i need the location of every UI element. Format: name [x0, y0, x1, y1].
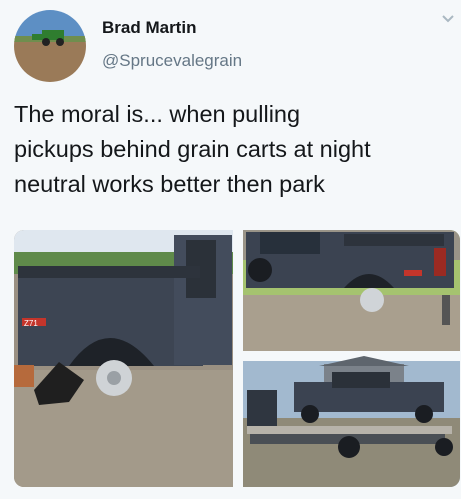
avatar-image — [14, 10, 86, 82]
chevron-down-icon[interactable] — [441, 14, 455, 24]
tweet-text-line: neutral works better then park — [14, 171, 325, 197]
tweet-text-line: pickups behind grain carts at night — [14, 136, 371, 162]
author-display-name[interactable]: Brad Martin — [102, 18, 196, 38]
photo-truck-rear-damage[interactable]: Z71 — [14, 230, 233, 487]
tweet-text: The moral is... when pulling pickups beh… — [14, 97, 454, 202]
tweet-text-line: The moral is... when pulling — [14, 101, 301, 127]
tweet-card: Brad Martin @Sprucevalegrain The moral i… — [0, 0, 461, 499]
photo-truck-on-tow-trailer[interactable] — [243, 356, 460, 487]
truck-badge: Z71 — [24, 319, 38, 328]
avatar[interactable] — [14, 10, 86, 82]
author-handle[interactable]: @Sprucevalegrain — [102, 51, 242, 71]
photo-truck-side-damage[interactable] — [243, 230, 460, 351]
tweet-media-grid: Z71 — [14, 230, 460, 487]
